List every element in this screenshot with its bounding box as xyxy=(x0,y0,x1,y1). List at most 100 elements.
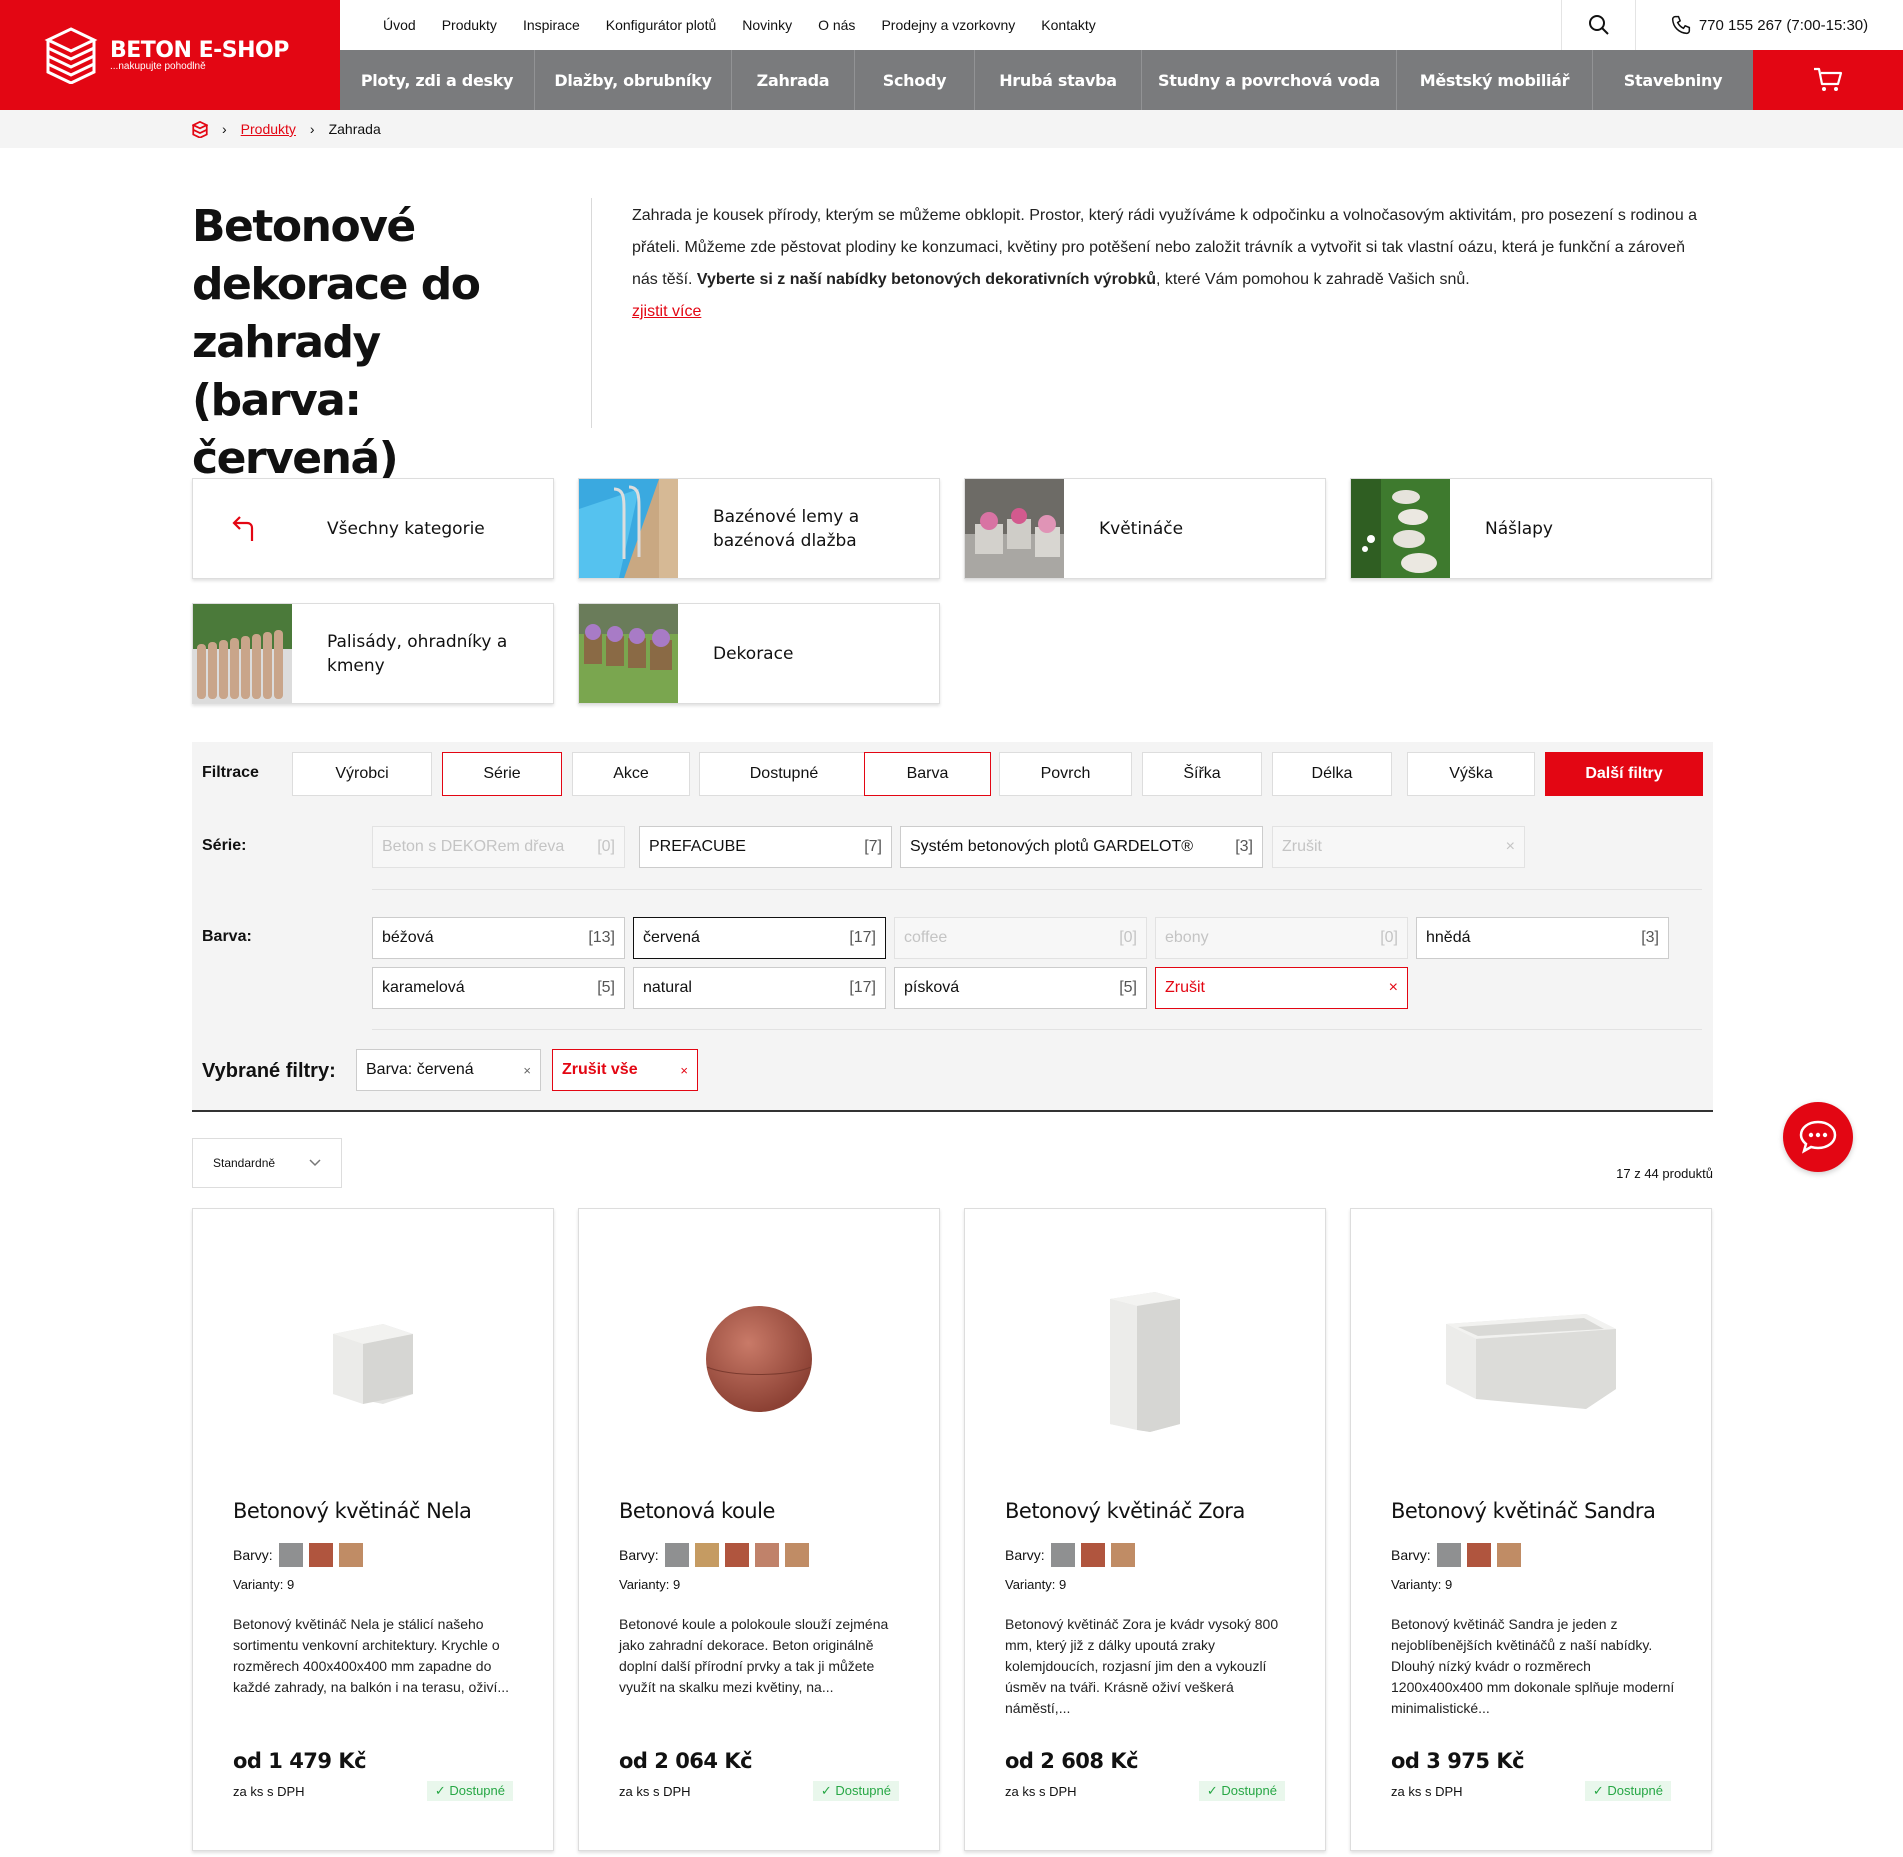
color-swatch[interactable] xyxy=(664,1543,689,1567)
availability-badge: ✓ Dostupné xyxy=(1198,1781,1285,1801)
filter-clear-series[interactable]: Zrušit × xyxy=(1272,826,1525,868)
color-swatch[interactable] xyxy=(1436,1543,1461,1567)
clear-all-filters-button[interactable]: Zrušit vše × xyxy=(552,1049,698,1091)
filter-tabs: Filtrace Výrobci Série Akce Dostupné Bar… xyxy=(192,742,1713,812)
topnav-produkty[interactable]: Produkty xyxy=(442,17,497,33)
option-name: PREFACUBE xyxy=(649,838,746,855)
color-swatch[interactable] xyxy=(308,1543,333,1567)
cart-button[interactable] xyxy=(1753,50,1903,110)
category-decorations[interactable]: Dekorace xyxy=(578,603,940,704)
color-swatch[interactable] xyxy=(1496,1543,1521,1567)
mainnav-dlazby[interactable]: Dlažby, obrubníky xyxy=(535,50,732,110)
color-label: Barva: xyxy=(202,928,252,945)
topnav-konfigurator[interactable]: Konfigurátor plotů xyxy=(606,17,717,33)
filter-tab-povrch[interactable]: Povrch xyxy=(999,752,1132,796)
filter-option[interactable]: Systém betonových plotů GARDELOT® [3] xyxy=(900,826,1263,868)
color-swatch[interactable] xyxy=(1110,1543,1135,1567)
product-card[interactable]: Betonový květináč Sandra Barvy: Varianty… xyxy=(1350,1208,1712,1851)
filter-option[interactable]: béžová [13] xyxy=(372,917,625,959)
color-swatch[interactable] xyxy=(278,1543,303,1567)
color-swatch[interactable] xyxy=(694,1543,719,1567)
color-swatch[interactable] xyxy=(1050,1543,1075,1567)
filter-tab-dostupne[interactable]: Dostupné xyxy=(699,752,869,796)
product-image[interactable] xyxy=(579,1239,939,1479)
breadcrumb-produkty[interactable]: Produkty xyxy=(241,121,296,137)
filter-tab-vyrobci[interactable]: Výrobci xyxy=(292,752,432,796)
mainnav-ploty[interactable]: Ploty, zdi a desky xyxy=(340,50,535,110)
color-swatch[interactable] xyxy=(784,1543,809,1567)
topnav-o-nas[interactable]: O nás xyxy=(818,17,855,33)
category-pool[interactable]: Bazénové lemy a bazénová dlažba xyxy=(578,478,940,579)
phone-number: 770 155 267 (7:00-15:30) xyxy=(1698,16,1869,34)
filter-option[interactable]: ebony [0] xyxy=(1155,917,1408,959)
read-more-link[interactable]: zjistit více xyxy=(632,296,701,328)
topnav-inspirace[interactable]: Inspirace xyxy=(523,17,580,33)
product-description: Betonový květináč Zora je kvádr vysoký 8… xyxy=(1005,1616,1279,1716)
filter-option-selected[interactable]: červená [17] xyxy=(633,917,886,959)
filter-tab-delka[interactable]: Délka xyxy=(1272,752,1392,796)
category-label: Všechny kategorie xyxy=(327,518,485,539)
home-icon[interactable] xyxy=(192,120,208,138)
filter-tab-serie[interactable]: Série xyxy=(442,752,562,796)
product-colors: Barvy: xyxy=(1005,1543,1135,1567)
color-swatch[interactable] xyxy=(338,1543,363,1567)
filter-option[interactable]: Beton s DEKORem dřeva [0] xyxy=(372,826,625,868)
category-stepping-stones[interactable]: Nášlapy xyxy=(1350,478,1712,579)
topnav-kontakty[interactable]: Kontakty xyxy=(1041,17,1095,33)
product-name[interactable]: Betonový květináč Sandra xyxy=(1391,1499,1656,1523)
color-swatch[interactable] xyxy=(754,1543,779,1567)
breadcrumb-current: Zahrada xyxy=(328,121,381,137)
mainnav-stavebniny[interactable]: Stavebniny xyxy=(1593,50,1753,110)
option-name: Zrušit xyxy=(1282,838,1322,855)
mainnav-studny[interactable]: Studny a povrchová voda xyxy=(1142,50,1397,110)
color-swatch[interactable] xyxy=(724,1543,749,1567)
filter-option[interactable]: písková [5] xyxy=(894,967,1147,1009)
color-swatch[interactable] xyxy=(1466,1543,1491,1567)
product-image[interactable] xyxy=(965,1239,1325,1479)
option-name: ebony xyxy=(1165,929,1209,946)
sort-select[interactable]: Standardně xyxy=(192,1138,342,1188)
breadcrumb: › Produkty › Zahrada xyxy=(0,110,1903,148)
filter-tab-sirka[interactable]: Šířka xyxy=(1142,752,1262,796)
topnav-prodejny[interactable]: Prodejny a vzorkovny xyxy=(881,17,1015,33)
phone-contact[interactable]: 770 155 267 (7:00-15:30) xyxy=(1636,0,1903,50)
more-filters-button[interactable]: Další filtry xyxy=(1545,752,1703,796)
filter-option[interactable]: PREFACUBE [7] xyxy=(639,826,892,868)
category-all[interactable]: Všechny kategorie xyxy=(192,478,554,579)
option-name: Zrušit xyxy=(1165,979,1205,996)
filter-tab-barva[interactable]: Barva xyxy=(864,752,991,796)
filter-option[interactable]: coffee [0] xyxy=(894,917,1147,959)
logo[interactable]: BETON E-SHOP ...nakupujte pohodlně xyxy=(0,0,340,110)
topnav-uvod[interactable]: Úvod xyxy=(383,17,416,33)
mainnav-schody[interactable]: Schody xyxy=(855,50,975,110)
color-swatch[interactable] xyxy=(1080,1543,1105,1567)
filter-option[interactable]: natural [17] xyxy=(633,967,886,1009)
selected-filter-chip[interactable]: Barva: červená × xyxy=(356,1049,541,1091)
product-name[interactable]: Betonová koule xyxy=(619,1499,775,1523)
mainnav-hruba-stavba[interactable]: Hrubá stavba xyxy=(975,50,1142,110)
search-button[interactable] xyxy=(1561,0,1636,50)
filter-tab-vyska[interactable]: Výška xyxy=(1407,752,1535,796)
product-image[interactable] xyxy=(1351,1239,1711,1479)
topnav-novinky[interactable]: Novinky xyxy=(742,17,792,33)
product-image[interactable] xyxy=(193,1239,553,1479)
product-name[interactable]: Betonový květináč Nela xyxy=(233,1499,472,1523)
product-card[interactable]: Betonová koule Barvy: Varianty: 9 Betono… xyxy=(578,1208,940,1851)
chat-icon xyxy=(1799,1120,1837,1154)
filter-panel: Filtrace Výrobci Série Akce Dostupné Bar… xyxy=(192,742,1713,1112)
filter-option[interactable]: hnědá [3] xyxy=(1416,917,1669,959)
product-name[interactable]: Betonový květináč Zora xyxy=(1005,1499,1245,1523)
mainnav-mestsky-mobiliar[interactable]: Městský mobiliář xyxy=(1397,50,1593,110)
product-card[interactable]: Betonový květináč Zora Barvy: Varianty: … xyxy=(964,1208,1326,1851)
page-title: Betonové dekorace do zahrady (barva: čer… xyxy=(192,201,481,484)
category-palisades[interactable]: Palisády, ohradníky a kmeny xyxy=(192,603,554,704)
close-icon: × xyxy=(680,1062,688,1078)
chat-button[interactable] xyxy=(1783,1102,1853,1172)
product-card[interactable]: Betonový květináč Nela Barvy: Varianty: … xyxy=(192,1208,554,1851)
mainnav-zahrada[interactable]: Zahrada xyxy=(732,50,855,110)
product-colors: Barvy: xyxy=(233,1543,363,1567)
filter-clear-color[interactable]: Zrušit × xyxy=(1155,967,1408,1009)
filter-tab-akce[interactable]: Akce xyxy=(572,752,690,796)
filter-option[interactable]: karamelová [5] xyxy=(372,967,625,1009)
category-planters[interactable]: Květináče xyxy=(964,478,1326,579)
